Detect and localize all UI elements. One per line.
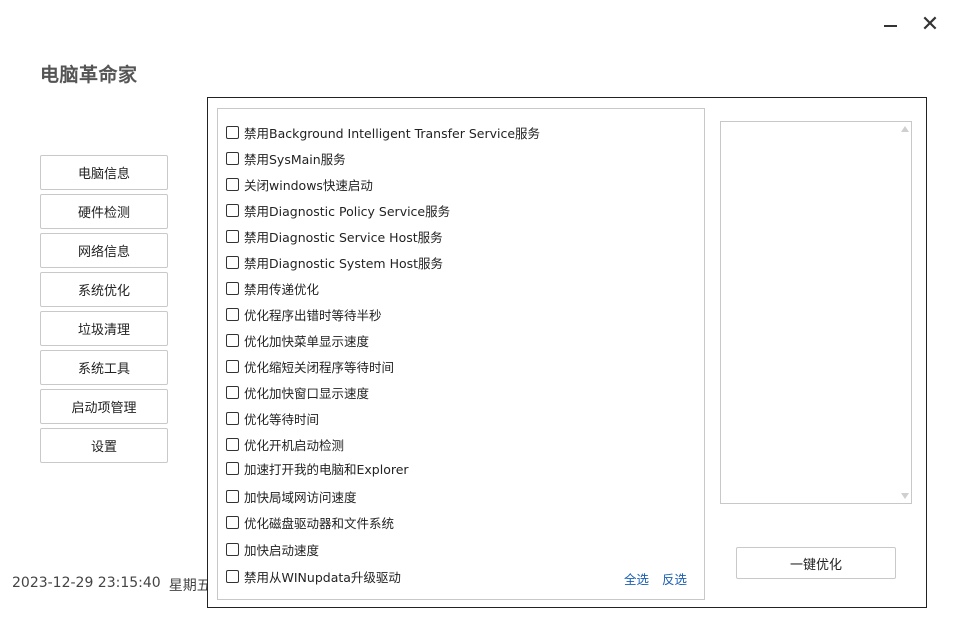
option-item[interactable]: 加快局域网访问速度 — [226, 487, 357, 506]
content-frame: 禁用Background Intelligent Transfer Servic… — [207, 97, 927, 608]
option-item[interactable]: 禁用Diagnostic Policy Service服务 — [226, 201, 450, 220]
option-item[interactable]: 加速打开我的电脑和Explorer — [226, 459, 409, 478]
option-item[interactable]: 优化等待时间 — [226, 409, 319, 428]
minimize-icon[interactable] — [878, 14, 902, 36]
option-label: 优化加快窗口显示速度 — [244, 386, 370, 401]
option-label: 禁用Diagnostic Policy Service服务 — [244, 204, 451, 219]
option-label: 优化等待时间 — [244, 412, 320, 427]
checkbox[interactable] — [226, 462, 239, 475]
checkbox[interactable] — [226, 178, 239, 191]
nav-item-hardware-check[interactable]: 硬件检测 — [40, 194, 168, 229]
option-item[interactable]: 禁用Diagnostic System Host服务 — [226, 253, 443, 272]
option-label: 优化加快菜单显示速度 — [244, 334, 370, 349]
invert-selection-link[interactable]: 反选 — [662, 569, 687, 588]
option-label: 加快局域网访问速度 — [244, 490, 357, 505]
checkbox[interactable] — [226, 230, 239, 243]
option-label: 禁用SysMain服务 — [244, 152, 346, 167]
option-item[interactable]: 优化磁盘驱动器和文件系统 — [226, 513, 394, 532]
window-controls: ✕ — [878, 14, 942, 36]
nav-item-network-info[interactable]: 网络信息 — [40, 233, 168, 268]
checkbox[interactable] — [226, 386, 239, 399]
option-label: 优化开机启动检测 — [244, 438, 345, 453]
option-label: 关闭windows快速启动 — [244, 178, 373, 193]
checkbox[interactable] — [226, 334, 239, 347]
option-label: 优化缩短关闭程序等待时间 — [244, 360, 395, 375]
options-panel: 禁用Background Intelligent Transfer Servic… — [217, 108, 705, 600]
selection-links: 全选 反选 — [624, 569, 687, 588]
app-window: ✕ 电脑革命家 电脑信息 硬件检测 网络信息 系统优化 垃圾清理 系统工具 启动… — [0, 0, 960, 633]
nav-item-startup-manager[interactable]: 启动项管理 — [40, 389, 168, 424]
checkbox[interactable] — [226, 438, 239, 451]
option-item[interactable]: 加快启动速度 — [226, 540, 319, 559]
status-date: 2023-12-29 23:15:40 — [12, 575, 161, 591]
option-label: 禁用从WINupdata升级驱动 — [244, 570, 401, 585]
option-label: 禁用Diagnostic Service Host服务 — [244, 230, 443, 245]
one-click-optimize-button[interactable]: 一键优化 — [736, 547, 896, 579]
checkbox[interactable] — [226, 126, 239, 139]
checkbox[interactable] — [226, 308, 239, 321]
scroll-up-icon[interactable] — [901, 126, 909, 132]
checkbox[interactable] — [226, 360, 239, 373]
option-item[interactable]: 禁用传递优化 — [226, 279, 319, 298]
checkbox[interactable] — [226, 516, 239, 529]
option-item[interactable]: 禁用从WINupdata升级驱动 — [226, 567, 401, 586]
status-weekday: 星期五 — [168, 578, 211, 594]
option-item[interactable]: 禁用Background Intelligent Transfer Servic… — [226, 123, 540, 142]
checkbox[interactable] — [226, 412, 239, 425]
option-item[interactable]: 禁用Diagnostic Service Host服务 — [226, 227, 443, 246]
checkbox[interactable] — [226, 256, 239, 269]
nav-item-junk-clean[interactable]: 垃圾清理 — [40, 311, 168, 346]
option-item[interactable]: 优化加快菜单显示速度 — [226, 331, 369, 350]
option-item[interactable]: 优化加快窗口显示速度 — [226, 383, 369, 402]
option-item[interactable]: 优化缩短关闭程序等待时间 — [226, 357, 394, 376]
option-label: 禁用Background Intelligent Transfer Servic… — [244, 126, 541, 141]
option-item[interactable]: 优化开机启动检测 — [226, 435, 344, 454]
select-all-link[interactable]: 全选 — [624, 569, 649, 588]
nav-item-settings[interactable]: 设置 — [40, 428, 168, 463]
scroll-down-icon[interactable] — [901, 493, 909, 499]
close-icon[interactable]: ✕ — [918, 14, 942, 36]
sidebar-nav: 电脑信息 硬件检测 网络信息 系统优化 垃圾清理 系统工具 启动项管理 设置 — [40, 155, 168, 467]
checkbox[interactable] — [226, 152, 239, 165]
option-item[interactable]: 关闭windows快速启动 — [226, 175, 373, 194]
nav-item-system-optimize[interactable]: 系统优化 — [40, 272, 168, 307]
checkbox[interactable] — [226, 490, 239, 503]
option-label: 加快启动速度 — [244, 543, 320, 558]
option-item[interactable]: 优化程序出错时等待半秒 — [226, 305, 382, 324]
checkbox[interactable] — [226, 543, 239, 556]
option-label: 加速打开我的电脑和Explorer — [244, 462, 409, 477]
checkbox[interactable] — [226, 282, 239, 295]
checkbox[interactable] — [226, 204, 239, 217]
option-label: 禁用传递优化 — [244, 282, 320, 297]
option-label: 优化磁盘驱动器和文件系统 — [244, 516, 395, 531]
option-label: 禁用Diagnostic System Host服务 — [244, 256, 444, 271]
nav-item-system-tools[interactable]: 系统工具 — [40, 350, 168, 385]
nav-item-computer-info[interactable]: 电脑信息 — [40, 155, 168, 190]
option-item[interactable]: 禁用SysMain服务 — [226, 149, 346, 168]
app-title: 电脑革命家 — [40, 64, 138, 86]
option-label: 优化程序出错时等待半秒 — [244, 308, 382, 323]
status-datetime: 2023-12-29 23:15:40 星期五 — [12, 575, 211, 595]
log-textarea[interactable] — [720, 121, 912, 504]
checkbox[interactable] — [226, 570, 239, 583]
